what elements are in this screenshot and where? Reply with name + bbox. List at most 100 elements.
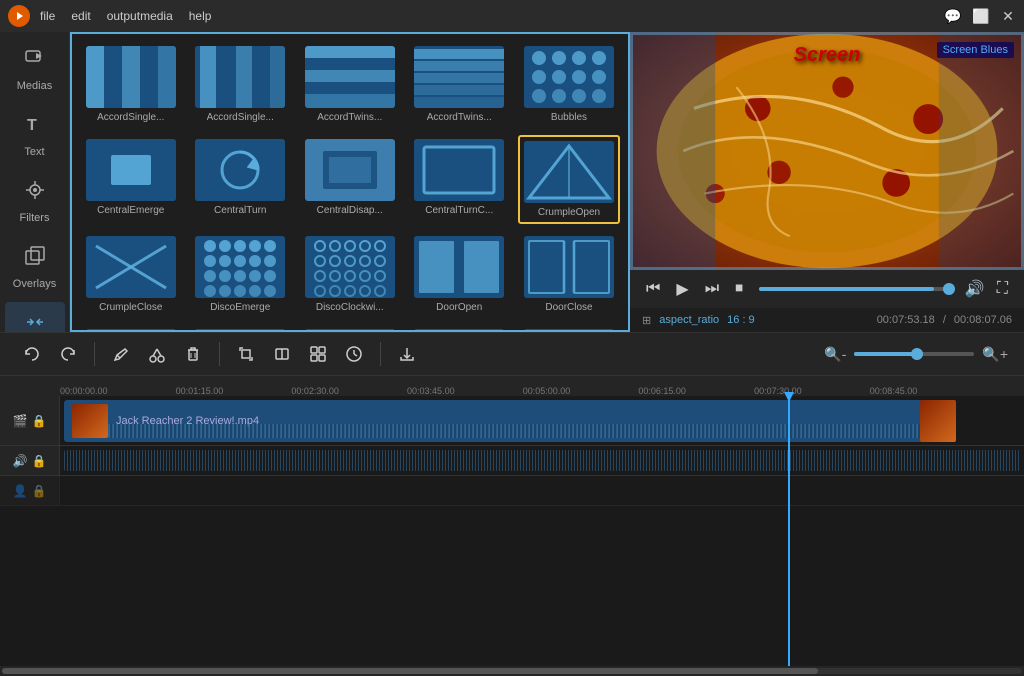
transition-door-open[interactable]: DoorOpen xyxy=(409,232,511,317)
transition-thumb-door-open xyxy=(414,236,504,298)
restore-icon[interactable]: ⬜ xyxy=(972,8,988,25)
person-lock-icon[interactable]: 🔒 xyxy=(32,484,47,498)
transition-vflip-no-turn[interactable]: VFlipNoTurn xyxy=(299,325,401,332)
transitions-icon xyxy=(23,310,47,332)
transition-accord-twins-1[interactable]: AccordTwins... xyxy=(299,42,401,127)
skip-back-button[interactable]: ⏮ xyxy=(642,276,664,302)
scrollbar-thumb[interactable] xyxy=(2,668,818,674)
zoom-slider[interactable] xyxy=(854,352,974,356)
transition-label-accord-twins-2: AccordTwins... xyxy=(427,112,492,123)
transitions-grid: AccordSingle... AccordSingle... AccordTw… xyxy=(80,42,620,332)
transition-crumple-open[interactable]: CrumpleOpen xyxy=(518,135,620,224)
transition-thumb-central-turn xyxy=(195,139,285,201)
transition-thumb-door-close xyxy=(524,236,614,298)
clock-button[interactable] xyxy=(338,338,370,370)
medias-label: Medias xyxy=(17,80,52,92)
ruler-time-2: 00:02:30.00 xyxy=(291,386,339,396)
play-button[interactable]: ▶ xyxy=(672,275,692,303)
transition-label-central-turn: CentralTurn xyxy=(214,205,266,216)
menu-help[interactable]: help xyxy=(189,9,212,23)
volume-icon[interactable]: 🔊 xyxy=(961,275,989,303)
transition-thumb-accord-twins-1 xyxy=(305,46,395,108)
transition-disco-emerge[interactable]: DiscoEmerge xyxy=(190,232,292,317)
transition-central-emerge[interactable]: CentralEmerge xyxy=(80,135,182,224)
menu-file[interactable]: file xyxy=(40,9,55,23)
main-area: Medias T Text Filters Overlays Transitio… xyxy=(0,32,1024,332)
transition-bubbles[interactable]: Bubbles xyxy=(518,42,620,127)
export-button[interactable] xyxy=(391,338,423,370)
timeline-scrollbar[interactable] xyxy=(0,666,1024,676)
toolbar-sep-2 xyxy=(219,342,220,366)
transition-funnel-right[interactable]: FunnelRight xyxy=(518,325,620,332)
transition-disco-clockwi[interactable]: DiscoClockwi... xyxy=(299,232,401,317)
sidebar-item-overlays[interactable]: Overlays xyxy=(5,236,65,298)
empty-track-controls: 👤 🔒 xyxy=(0,476,60,505)
transitions-panel[interactable]: AccordSingle... AccordSingle... AccordTw… xyxy=(70,32,630,332)
redo-button[interactable] xyxy=(52,338,84,370)
audio-track-controls: 🔊 🔒 xyxy=(0,446,60,475)
preview-controls: ⏮ ▶ ⏭ ⏹ 🔊 ⛶ xyxy=(630,270,1024,308)
transition-hflip-no-turn[interactable]: HFlipNoTurn xyxy=(409,325,511,332)
transition-accord-single-1[interactable]: AccordSingle... xyxy=(80,42,182,127)
menu-outputmedia[interactable]: outputmedia xyxy=(107,9,173,23)
text-icon: T xyxy=(23,112,47,142)
comment-icon[interactable]: 💬 xyxy=(944,8,960,25)
sidebar-item-medias[interactable]: Medias xyxy=(5,38,65,100)
person-icon: 👤 xyxy=(13,484,28,498)
split-button[interactable] xyxy=(266,338,298,370)
sidebar-item-text[interactable]: T Text xyxy=(5,104,65,166)
aspect-ratio-icon: ⊞ xyxy=(642,314,651,327)
transition-thumb-bubbles xyxy=(524,46,614,108)
audio-lock-icon[interactable]: 🔒 xyxy=(32,454,47,468)
video-lock-icon[interactable]: 🔒 xyxy=(32,414,47,428)
crop-button[interactable] xyxy=(230,338,262,370)
transition-central-disap[interactable]: CentralDisap... xyxy=(299,135,401,224)
transition-thumb-disco-emerge xyxy=(195,236,285,298)
zoom-out-icon[interactable]: 🔍- xyxy=(824,346,846,363)
transition-accord-single-2[interactable]: AccordSingle... xyxy=(190,42,292,127)
transition-accord-twins-2[interactable]: AccordTwins... xyxy=(409,42,511,127)
transition-thumb-accord-single-2 xyxy=(195,46,285,108)
timeline-ruler: 00:00:00.00 00:01:15.00 00:02:30.00 00:0… xyxy=(0,376,1024,396)
zoom-in-icon[interactable]: 🔍+ xyxy=(982,346,1008,363)
draw-button[interactable] xyxy=(105,338,137,370)
sidebar-item-filters[interactable]: Filters xyxy=(5,170,65,232)
transition-crumple-close[interactable]: CrumpleClose xyxy=(80,232,182,317)
transition-flip-page-down[interactable]: FlipPageDown xyxy=(190,325,292,332)
multitrack-button[interactable] xyxy=(302,338,334,370)
ruler-time-3: 00:03:45.00 xyxy=(407,386,455,396)
video-clip[interactable]: Jack Reacher 2 Review!.mp4 xyxy=(64,400,948,442)
scrollbar-track xyxy=(2,668,1022,674)
ruler-time-5: 00:06:15.00 xyxy=(638,386,686,396)
close-icon[interactable]: ✕ xyxy=(1000,8,1016,25)
fullscreen-button[interactable]: ⛶ xyxy=(993,276,1012,302)
ruler-time-1: 00:01:15.00 xyxy=(176,386,224,396)
delete-button[interactable] xyxy=(177,338,209,370)
transition-label-crumple-open: CrumpleOpen xyxy=(538,207,600,218)
skip-forward-button[interactable]: ⏭ xyxy=(701,276,723,302)
transition-label-crumple-close: CrumpleClose xyxy=(99,302,162,313)
sidebar-item-transitions[interactable]: Transitions xyxy=(5,302,65,332)
filters-label: Filters xyxy=(20,212,50,224)
menu-edit[interactable]: edit xyxy=(71,9,90,23)
titlebar: file edit outputmedia help 💬 ⬜ ✕ xyxy=(0,0,1024,32)
transition-door-close[interactable]: DoorClose xyxy=(518,232,620,317)
audio-track: 🔊 🔒 xyxy=(0,446,1024,476)
cut-button[interactable] xyxy=(141,338,173,370)
transition-flip-page-right[interactable]: FlipPageRight xyxy=(80,325,182,332)
stop-button[interactable]: ⏹ xyxy=(731,276,747,302)
aspect-ratio-value: 16 : 9 xyxy=(727,314,755,326)
video-track-controls: 🎬 🔒 xyxy=(0,396,60,445)
transition-central-turn[interactable]: CentralTurn xyxy=(190,135,292,224)
overlays-label: Overlays xyxy=(13,278,56,290)
audio-track-content xyxy=(60,446,1024,475)
undo-button[interactable] xyxy=(16,338,48,370)
toolbar-sep-3 xyxy=(380,342,381,366)
preview-progress-bar[interactable] xyxy=(759,287,949,291)
playhead[interactable] xyxy=(788,396,790,666)
audio-waveform xyxy=(64,450,1020,471)
video-track-icon: 🎬 xyxy=(13,414,28,428)
transition-central-turnc[interactable]: CentralTurnC... xyxy=(409,135,511,224)
timeline-tracks: 🎬 🔒 Jack Reacher 2 Review!.mp4 🔊 🔒 xyxy=(0,396,1024,666)
svg-text:T: T xyxy=(27,117,37,134)
